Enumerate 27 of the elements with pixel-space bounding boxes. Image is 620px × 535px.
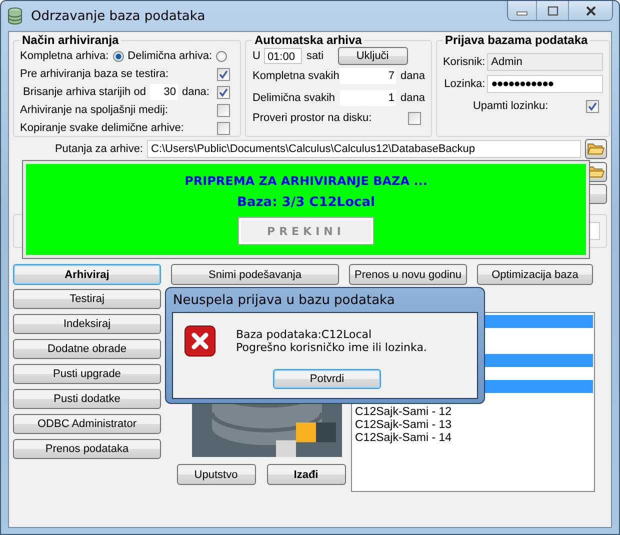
progress-title: PRIPREMA ZA ARHIVIRANJE BAZA ... — [184, 174, 428, 188]
unit-label: dana — [400, 92, 425, 104]
group-title: Prijava bazama podataka — [444, 33, 589, 47]
error-message: Baza podataka:C12Local — [236, 328, 373, 341]
error-message: Pogrešno korisničko ime ili lozinka. — [236, 341, 427, 354]
password-label: Lozinka: — [444, 78, 486, 90]
option-label: Brisanje arhiva starijih od — [22, 86, 146, 98]
radio-label: Kompletna arhiva: — [20, 50, 109, 62]
radio-label: Delimična arhiva: — [128, 50, 212, 62]
unit-label: dana — [400, 70, 425, 82]
progress-status: Baza: 3/3 C12Local — [237, 195, 375, 210]
time-prefix: U — [252, 50, 260, 62]
time-suffix: sati — [306, 50, 324, 62]
path-label: Putanja za arhive: — [54, 143, 143, 155]
group-title: Način arhiviranja — [21, 33, 120, 47]
interval-label: Delimična svakih — [252, 92, 336, 104]
option-label: Proveri prostor na disku: — [252, 112, 372, 124]
window-title: Odrzavanje baza podataka — [31, 8, 206, 24]
option-label: Pre arhiviranja baza se testira: — [20, 68, 169, 80]
group-title: Automatska arhiva — [253, 33, 363, 47]
unit-label: dana: — [182, 86, 210, 98]
option-label: Arhiviranje na spoljašnji medij: — [20, 104, 168, 116]
user-label: Korisnik: — [442, 56, 486, 68]
option-label: Kopiranje svake delimične arhive: — [20, 122, 184, 134]
interval-label: Kompletna svakih — [252, 70, 336, 82]
dialog-title: Neuspela prijava u bazu podataka — [172, 292, 396, 310]
remember-label: Upamti lozinku: — [472, 100, 548, 112]
